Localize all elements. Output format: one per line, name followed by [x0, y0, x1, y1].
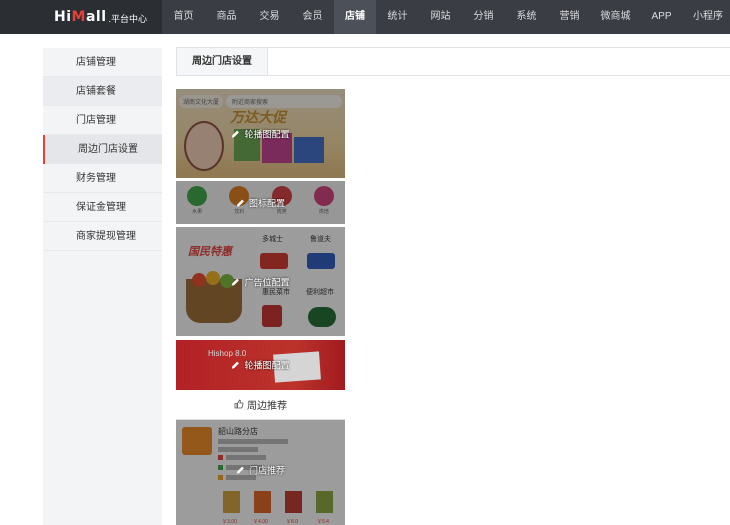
- carousel-block[interactable]: 湖南文化大厦 附近商家搜索 万达大促 轮播图配置: [176, 89, 345, 178]
- brand-logo[interactable]: HiMall .平台中心: [0, 0, 162, 34]
- nav-item-distribution[interactable]: 分销: [462, 0, 505, 34]
- pencil-icon: [232, 361, 240, 369]
- sidebar-item-merchant-withdrawal[interactable]: 商家提现管理: [43, 222, 162, 251]
- nav-item-shop[interactable]: 店铺: [334, 0, 376, 34]
- top-nav-bar: HiMall .平台中心 首页 商品 交易 会员 店铺 统计 网站 分销 系统 营销 微商城 APP 小…: [0, 0, 730, 34]
- nav-item-stats[interactable]: 统计: [376, 0, 419, 34]
- edit-label: 图标配置: [248, 198, 285, 208]
- nav-item-system[interactable]: 系统: [505, 0, 548, 34]
- nav-item-trade[interactable]: 交易: [248, 0, 291, 34]
- edit-label: 轮播图配置: [244, 129, 290, 139]
- sidebar-item-nearby-store-settings[interactable]: 周边门店设置: [43, 135, 162, 164]
- thumbs-up-icon: [234, 394, 244, 420]
- sidebar: 店铺管理 店铺套餐 门店管理 周边门店设置 财务管理 保证金管理 商家提现管理: [43, 48, 162, 525]
- mobile-preview: 湖南文化大厦 附近商家搜索 万达大促 轮播图配置 水果 饮料 肉类 烘焙 图标配置 国…: [176, 89, 345, 525]
- icon-nav-block[interactable]: 水果 饮料 肉类 烘焙 图标配置: [176, 181, 345, 224]
- nav-item-home[interactable]: 首页: [162, 0, 205, 34]
- edit-label: 广告位配置: [244, 277, 290, 287]
- edit-carousel2-button[interactable]: 轮播图配置: [176, 359, 345, 372]
- nav-item-site[interactable]: 网站: [419, 0, 462, 34]
- edit-label: 门店推荐: [248, 465, 285, 476]
- nav-item-member[interactable]: 会员: [291, 0, 334, 34]
- nearby-store-block[interactable]: 周边推荐 韶山路分店 ￥3.00 ￥4.00 ￥8.0 ￥5.4 门店推荐: [176, 394, 345, 525]
- sidebar-item-outlet-management[interactable]: 门店管理: [43, 106, 162, 135]
- sidebar-item-finance-management[interactable]: 财务管理: [43, 164, 162, 193]
- edit-nearby-button[interactable]: 门店推荐: [176, 463, 345, 476]
- sidebar-item-deposit-management[interactable]: 保证金管理: [43, 193, 162, 222]
- nav-item-goods[interactable]: 商品: [205, 0, 248, 34]
- pencil-icon: [236, 199, 244, 207]
- nearby-header-label: 周边推荐: [247, 401, 287, 412]
- nav-item-wechat-mall[interactable]: 微商城: [591, 0, 640, 34]
- sidebar-item-store-package[interactable]: 店铺套餐: [43, 77, 162, 106]
- edit-label: 轮播图配置: [244, 360, 290, 371]
- main-nav: 首页 商品 交易 会员 店铺 统计 网站 分销 系统 营销 微商城 APP 小程序: [162, 0, 730, 34]
- nav-item-app[interactable]: APP: [640, 0, 683, 34]
- edit-carousel-button[interactable]: 轮播图配置: [176, 127, 345, 140]
- ad-slot-block[interactable]: 国民特惠 多城士 鲁道夫 惠民菜市 便利超市 广告位配置: [176, 227, 345, 336]
- nav-item-mini-program[interactable]: 小程序: [683, 0, 730, 34]
- brand-name: HiMall: [54, 9, 107, 25]
- pencil-icon: [232, 130, 240, 138]
- edit-icons-button[interactable]: 图标配置: [176, 196, 345, 209]
- tab-nearby-store-settings[interactable]: 周边门店设置: [177, 48, 268, 75]
- nav-item-marketing[interactable]: 营销: [548, 0, 591, 34]
- edit-ad-slot-button[interactable]: 广告位配置: [176, 275, 345, 288]
- brand-subtitle: .平台中心: [108, 14, 148, 24]
- pencil-icon: [232, 278, 240, 286]
- sidebar-item-store-management[interactable]: 店铺管理: [43, 48, 162, 77]
- nearby-header: 周边推荐: [176, 394, 345, 420]
- content-tabbar: 周边门店设置: [176, 47, 730, 76]
- carousel-block-2[interactable]: Hishop 8.0 轮播图配置: [176, 340, 345, 390]
- pencil-icon: [236, 466, 244, 474]
